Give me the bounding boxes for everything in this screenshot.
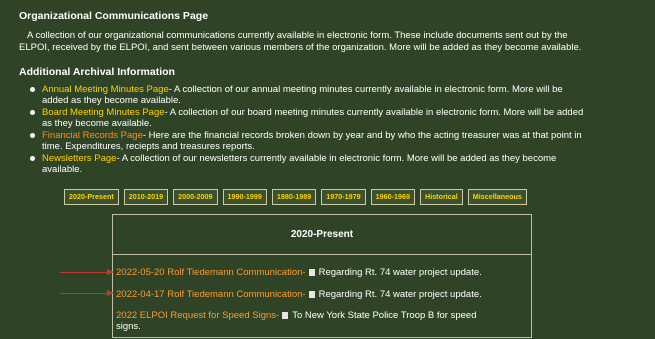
red-arrow-annotation xyxy=(60,290,114,296)
bullet-icon xyxy=(30,133,35,138)
communication-link[interactable]: 2022 ELPOI Request for Speed Signs- xyxy=(116,310,279,321)
list-item-text: - A collection of our newsletters curren… xyxy=(116,153,557,164)
year-tabs: 2020-Present 2010-2019 2000-2009 1990-19… xyxy=(64,189,527,205)
annual-meeting-minutes-link[interactable]: Annual Meeting Minutes Page xyxy=(42,84,169,95)
bullet-icon xyxy=(30,110,35,115)
panel-title: 2020-Present xyxy=(113,215,531,255)
document-icon xyxy=(308,291,315,298)
archival-list: Annual Meeting Minutes Page- A collectio… xyxy=(30,84,630,176)
bullet-icon xyxy=(30,156,35,161)
communication-link[interactable]: 2022-04-17 Rolf Tiedemann Communication- xyxy=(116,289,306,300)
tab-1990-1999[interactable]: 1990-1999 xyxy=(222,189,267,205)
org-communications-desc-1: A collection of our organizational commu… xyxy=(27,30,568,41)
document-icon xyxy=(308,269,315,276)
communication-desc: Regarding Rt. 74 water project update. xyxy=(318,267,482,278)
newsletters-link[interactable]: Newsletters Page xyxy=(42,153,116,164)
list-item-text-cont: time. Expenditures, reciepts and treasur… xyxy=(42,141,255,152)
archival-info-title: Additional Archival Information xyxy=(19,66,175,78)
list-item-text: - A collection of our board meeting minu… xyxy=(164,107,584,118)
financial-records-link[interactable]: Financial Records Page xyxy=(42,130,143,141)
board-meeting-minutes-link[interactable]: Board Meeting Minutes Page xyxy=(42,107,165,118)
list-item: 2022-04-17 Rolf Tiedemann Communication-… xyxy=(116,289,482,300)
list-item-text-cont: as they become available. xyxy=(42,118,152,129)
list-item: 2022 ELPOI Request for Speed Signs- To Ne… xyxy=(116,310,477,332)
org-communications-title: Organizational Communications Page xyxy=(19,10,209,22)
list-item-text-cont: added as they become available. xyxy=(42,95,181,106)
list-item: Financial Records Page- Here are the fin… xyxy=(30,130,630,152)
tab-miscellaneous[interactable]: Miscellaneous xyxy=(467,189,527,205)
communications-panel: 2020-Present 2022-05-20 Rolf Tiedemann C… xyxy=(112,214,532,338)
document-icon xyxy=(282,312,289,319)
tab-2000-2009[interactable]: 2000-2009 xyxy=(173,189,218,205)
communication-desc-cont: signs. xyxy=(116,321,141,332)
tab-1960-1969[interactable]: 1960-1969 xyxy=(370,189,415,205)
tab-2010-2019[interactable]: 2010-2019 xyxy=(123,189,169,205)
communication-desc: To New York State Police Troop B for spe… xyxy=(292,310,477,321)
list-item: Newsletters Page- A collection of our ne… xyxy=(30,153,630,175)
list-item-text: - A collection of our annual meeting min… xyxy=(168,84,563,95)
list-item-text-cont: available. xyxy=(42,164,83,175)
page: Organizational Communications Page A col… xyxy=(0,0,655,339)
communication-desc: Regarding Rt. 74 water project update. xyxy=(318,289,482,300)
tab-1970-1979[interactable]: 1970-1979 xyxy=(321,189,366,205)
red-arrow-annotation xyxy=(60,269,114,275)
org-communications-desc-2: ELPOI, received by the ELPOI, and sent b… xyxy=(19,42,582,53)
list-item: Annual Meeting Minutes Page- A collectio… xyxy=(30,84,630,106)
tab-historical[interactable]: Historical xyxy=(420,189,463,205)
tab-1980-1989[interactable]: 1980-1989 xyxy=(271,189,317,205)
list-item: Board Meeting Minutes Page- A collection… xyxy=(30,107,630,129)
list-item-text: - Here are the financial records broken … xyxy=(142,130,582,141)
bullet-icon xyxy=(30,87,35,92)
communication-link[interactable]: 2022-05-20 Rolf Tiedemann Communication- xyxy=(116,267,306,278)
list-item: 2022-05-20 Rolf Tiedemann Communication-… xyxy=(116,267,482,278)
tab-2020-present[interactable]: 2020-Present xyxy=(64,189,119,205)
